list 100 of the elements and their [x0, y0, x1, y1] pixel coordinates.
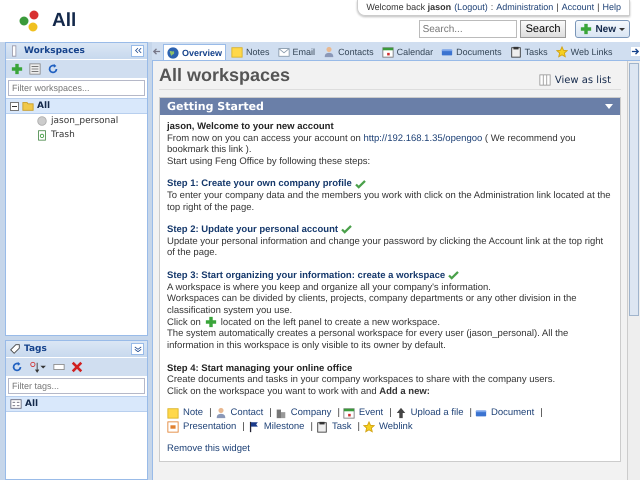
star-icon: [362, 421, 375, 434]
page-title: All workspaces: [159, 65, 290, 86]
step-text: Click on the workspace you want to work with and Add a new:: [167, 386, 431, 398]
star-icon: [556, 46, 568, 58]
right-arrow-icon[interactable]: [631, 46, 640, 56]
double-chevron-icon: [134, 46, 142, 54]
step-text: located on the left panel to create a new workspace.: [220, 316, 440, 328]
tab[interactable]: Contacts: [320, 44, 377, 60]
tag-item[interactable]: All: [6, 396, 147, 412]
calendar-icon: [342, 407, 355, 420]
tab[interactable]: Web Links: [552, 44, 616, 60]
tab[interactable]: Notes: [228, 44, 273, 60]
search-button[interactable]: Search: [520, 20, 566, 38]
note-icon: [167, 407, 179, 420]
separator-text: |: [556, 2, 559, 12]
separator-text: |: [540, 407, 543, 420]
step-title: Step 4: Start managing your online office: [167, 362, 352, 374]
add-link[interactable]: Company: [290, 407, 332, 420]
step-text: A workspace is where you keep and organize all your company's information.: [167, 282, 492, 294]
folder-icon: [22, 100, 34, 112]
add-link[interactable]: Event: [358, 407, 384, 420]
filter-field[interactable]: Filter tags...: [8, 378, 145, 394]
person-icon: [214, 407, 227, 420]
filter-field[interactable]: Filter workspaces...: [8, 80, 145, 96]
scrollbar-thumb[interactable]: [629, 63, 639, 316]
up-arrow-icon: [394, 407, 407, 420]
url-link[interactable]: http://192.168.1.35/opengoo: [363, 132, 482, 144]
panel-title: Tags: [24, 344, 48, 354]
building-icon: [274, 407, 287, 420]
tree-item[interactable]: Trash: [6, 128, 147, 142]
scrollbar[interactable]: [627, 61, 640, 480]
tab[interactable]: Documents: [438, 44, 505, 60]
separator-text: |: [209, 407, 212, 420]
remove-widget-link[interactable]: Remove this widget: [167, 443, 250, 455]
separator-text: |: [358, 421, 360, 434]
header-link[interactable]: Administration: [496, 2, 554, 12]
columns-icon: [538, 74, 551, 86]
separator-text: :: [490, 2, 494, 12]
add-link[interactable]: Document: [490, 407, 534, 420]
step-text: Workspaces can be divided by clients, projects, company departments or any other division in the classification system you use.: [167, 293, 578, 316]
presentation-icon: [167, 421, 179, 434]
tree-item[interactable]: jason_personal: [6, 114, 147, 128]
add-link[interactable]: Contact: [230, 407, 264, 420]
step-title[interactable]: Step 3: Start organizing your information: create a workspace: [167, 270, 446, 282]
new-button[interactable]: New: [575, 20, 630, 38]
intro-text: Start using Feng Office by following these steps:: [167, 156, 372, 168]
panel-title: Workspaces: [24, 46, 86, 56]
clipboard-icon: [316, 421, 328, 434]
caret-icon[interactable]: [605, 104, 613, 109]
note-icon: [231, 46, 244, 58]
widget-title: Getting Started: [167, 100, 264, 113]
refresh-icon[interactable]: [47, 63, 59, 75]
tab[interactable]: Overview: [163, 44, 226, 60]
list-icon[interactable]: [29, 63, 41, 75]
intro-text: From now on you can access your account on http://192.168.1.35/opengoo ( We recommend you bookmark this link ).: [167, 132, 577, 156]
add-link[interactable]: Upload a file: [410, 407, 464, 420]
sort-icon[interactable]: [29, 361, 47, 373]
flag-icon: [248, 421, 260, 434]
delete-icon[interactable]: [71, 361, 83, 373]
tab[interactable]: Calendar: [378, 44, 436, 60]
workspace-title: All: [52, 10, 76, 32]
recycle-bin-icon: [36, 129, 48, 141]
search-field[interactable]: Search...: [418, 20, 517, 38]
separator-text: |: [337, 407, 340, 420]
tab[interactable]: Email: [274, 44, 318, 60]
add-link[interactable]: Task: [332, 421, 352, 434]
rectangle-icon[interactable]: [53, 361, 65, 373]
header-link[interactable]: Help: [602, 2, 621, 12]
add-link[interactable]: Milestone: [264, 421, 304, 434]
tab[interactable]: Tasks: [506, 44, 551, 60]
caret-icon: [619, 28, 625, 30]
logout-link[interactable]: (Logout): [454, 2, 488, 12]
list-icon: [10, 398, 22, 410]
clipboard-icon: [510, 46, 522, 58]
person-icon: [323, 46, 336, 58]
step-text: Update your personal information and change your password by clicking the Account link at the top right of the page.: [167, 236, 604, 259]
add-link[interactable]: Weblink: [378, 421, 413, 434]
calendar-icon: [382, 46, 394, 58]
circle-icon: [36, 115, 48, 127]
globe-icon: [167, 46, 179, 58]
add-icon[interactable]: [580, 23, 592, 35]
add-link[interactable]: Note: [183, 407, 204, 420]
tree-item[interactable]: All: [6, 98, 147, 114]
welcome-text: Welcome back jason: [366, 2, 452, 12]
header-link[interactable]: Account: [562, 2, 594, 12]
add-icon[interactable]: [11, 63, 23, 75]
left-arrow-icon[interactable]: [152, 46, 161, 56]
add-link[interactable]: Presentation: [183, 421, 236, 434]
view-as-list-link[interactable]: View as list: [538, 74, 611, 86]
separator-text: |: [269, 407, 272, 420]
step-title[interactable]: Step 1: Create your own company profile: [167, 178, 352, 190]
collapse-icon[interactable]: [10, 102, 19, 110]
add-icon[interactable]: [204, 316, 217, 328]
step-title[interactable]: Step 2: Update your personal account: [167, 224, 338, 236]
separator-text: |: [310, 421, 313, 434]
separator-text: |: [389, 407, 392, 420]
refresh-icon[interactable]: [11, 361, 23, 373]
collapse-button[interactable]: [131, 45, 144, 57]
expand-button[interactable]: [131, 343, 144, 355]
greeting-text: jason, Welcome to your new account: [167, 121, 335, 133]
